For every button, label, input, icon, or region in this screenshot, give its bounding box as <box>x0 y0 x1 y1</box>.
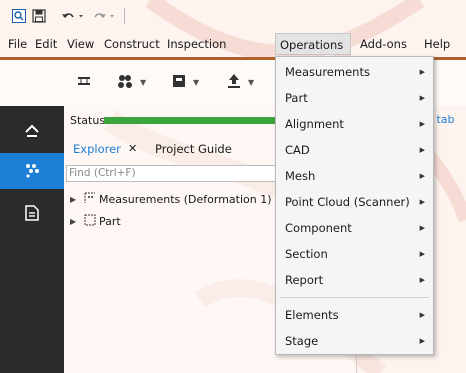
menu-item-label: Measurements <box>285 65 370 79</box>
menu-item-report[interactable]: Report ▶ <box>276 267 433 293</box>
submenu-arrow-icon: ▶ <box>419 224 425 232</box>
section-tool-icon <box>76 73 92 92</box>
explorer-icon <box>23 162 41 181</box>
submenu-arrow-icon: ▶ <box>419 68 425 76</box>
cluster-icon <box>116 73 134 92</box>
menu-item-stage[interactable]: Stage ▶ <box>276 328 433 354</box>
app-icon[interactable] <box>12 9 26 23</box>
expand-arrow-icon[interactable]: ▶ <box>70 217 84 226</box>
menu-add-ons[interactable]: Add-ons <box>356 33 411 55</box>
cluster-button[interactable]: ▼ <box>116 72 146 92</box>
nav-explorer[interactable] <box>0 153 64 189</box>
tree-item-part[interactable]: ▶ Part <box>70 213 121 229</box>
nav-report[interactable] <box>0 196 64 232</box>
submenu-arrow-icon: ▶ <box>419 94 425 102</box>
redo-icon[interactable] <box>92 9 118 23</box>
chevron-down-icon: ▼ <box>248 77 255 87</box>
measurements-icon <box>84 192 96 207</box>
menu-separator <box>280 297 429 298</box>
report-icon <box>25 204 39 224</box>
status-label: Status <box>70 114 106 127</box>
home-icon <box>24 123 40 142</box>
menu-item-label: Stage <box>285 334 319 348</box>
component-button[interactable]: ▼ <box>171 72 199 92</box>
tree-item-label: Measurements (Deformation 1) <box>99 192 272 206</box>
menu-item-label: Component <box>285 221 352 235</box>
nav-home[interactable] <box>0 114 64 150</box>
menu-item-cad[interactable]: CAD ▶ <box>276 137 433 163</box>
submenu-arrow-icon: ▶ <box>419 146 425 154</box>
tree-item-label: Part <box>99 214 121 228</box>
menu-item-mesh[interactable]: Mesh ▶ <box>276 163 433 189</box>
export-button[interactable]: ▼ <box>226 72 254 92</box>
left-navigation <box>0 106 64 373</box>
tab-explorer[interactable]: Explorer <box>73 139 121 159</box>
menu-item-part[interactable]: Part ▶ <box>276 85 433 111</box>
close-icon[interactable]: ✕ <box>128 139 137 159</box>
menu-item-label: Elements <box>285 308 339 322</box>
expand-arrow-icon[interactable]: ▶ <box>70 195 84 204</box>
section-tool-button[interactable] <box>76 72 92 92</box>
operations-menu: Measurements ▶ Part ▶ Alignment ▶ CAD ▶ … <box>275 56 434 355</box>
menu-item-point-cloud[interactable]: Point Cloud (Scanner) ▶ <box>276 189 433 215</box>
part-icon <box>84 214 96 229</box>
save-icon[interactable] <box>32 9 46 23</box>
chevron-down-icon: ▼ <box>193 77 200 87</box>
menu-item-component[interactable]: Component ▶ <box>276 215 433 241</box>
submenu-arrow-icon: ▶ <box>419 198 425 206</box>
submenu-arrow-icon: ▶ <box>419 120 425 128</box>
submenu-arrow-icon: ▶ <box>419 172 425 180</box>
submenu-arrow-icon: ▶ <box>419 337 425 345</box>
menu-inspection[interactable]: Inspection <box>163 33 230 55</box>
menu-operations[interactable]: Operations <box>275 33 351 55</box>
chevron-down-icon: ▼ <box>140 77 147 87</box>
menu-help[interactable]: Help <box>420 33 454 55</box>
component-icon <box>171 73 187 92</box>
toolbar-divider <box>124 8 125 24</box>
export-icon <box>226 73 242 92</box>
menu-item-label: Alignment <box>285 117 344 131</box>
quick-access-toolbar <box>0 0 466 32</box>
menu-item-alignment[interactable]: Alignment ▶ <box>276 111 433 137</box>
menu-item-label: Report <box>285 273 324 287</box>
menu-item-label: CAD <box>285 143 310 157</box>
menu-bar: File Edit View Construct Inspection Oper… <box>0 33 466 55</box>
tree-item-measurements[interactable]: ▶ Measurements (Deformation 1) <box>70 191 272 207</box>
menu-item-label: Point Cloud (Scanner) <box>285 195 410 209</box>
menu-item-measurements[interactable]: Measurements ▶ <box>276 59 433 85</box>
menu-item-elements[interactable]: Elements ▶ <box>276 302 433 328</box>
menu-construct[interactable]: Construct <box>100 33 164 55</box>
tab-project-guide[interactable]: Project Guide <box>155 139 232 159</box>
menu-item-label: Section <box>285 247 328 261</box>
menu-item-label: Part <box>285 91 308 105</box>
menu-item-label: Mesh <box>285 169 316 183</box>
submenu-arrow-icon: ▶ <box>419 276 425 284</box>
menu-view[interactable]: View <box>63 33 98 55</box>
menu-file[interactable]: File <box>4 33 31 55</box>
submenu-arrow-icon: ▶ <box>419 311 425 319</box>
menu-edit[interactable]: Edit <box>31 33 61 55</box>
undo-icon[interactable] <box>60 9 86 23</box>
submenu-arrow-icon: ▶ <box>419 250 425 258</box>
menu-item-section[interactable]: Section ▶ <box>276 241 433 267</box>
